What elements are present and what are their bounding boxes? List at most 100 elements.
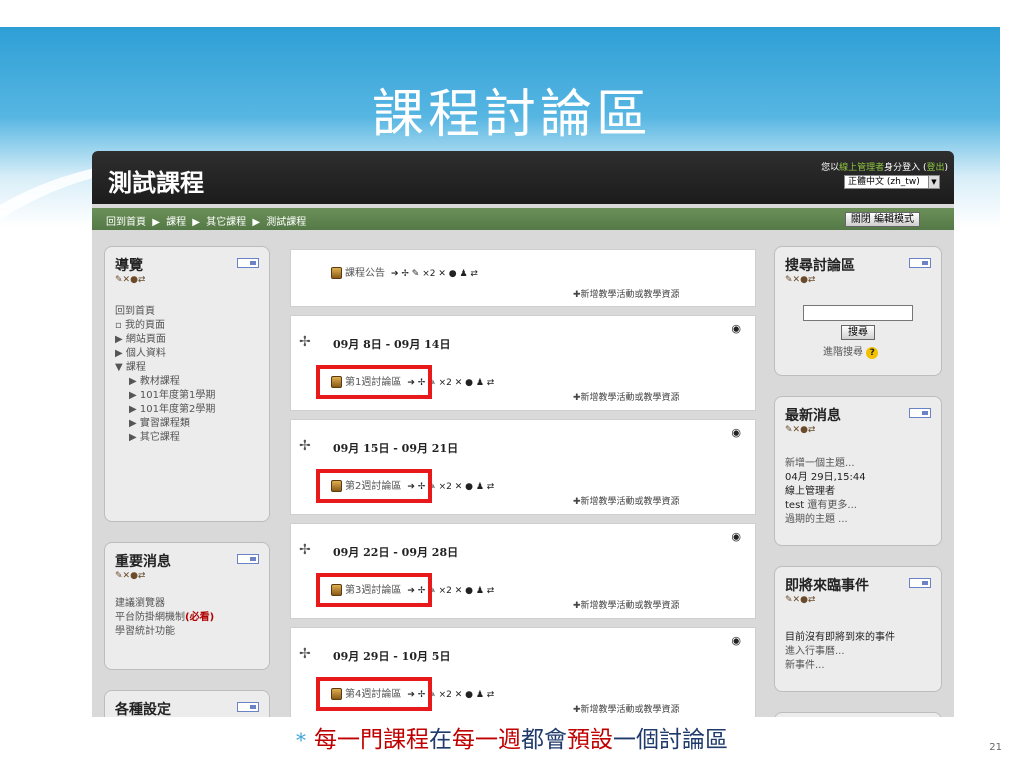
add-activity-link[interactable]: ✚新增教學活動或教學資源 xyxy=(573,390,680,403)
breadcrumb-separator-icon: ▶ xyxy=(192,217,200,228)
add-activity-link[interactable]: ✚新增教學活動或教學資源 xyxy=(573,702,680,715)
advanced-search[interactable]: 進階搜尋 ? xyxy=(823,343,879,359)
move-icon[interactable]: ✢ xyxy=(299,646,311,662)
caret-down-icon: ▼ xyxy=(115,362,126,373)
breadcrumb-bar: 回到首頁 ▶ 課程 ▶ 其它課程 ▶ 測試課程 關閉 編輯模式 xyxy=(92,208,954,230)
nav-item-label: 網站頁面 xyxy=(125,334,166,345)
breadcrumb-separator-icon: ▶ xyxy=(252,217,261,228)
add-activity-link[interactable]: ✚新增教學活動或教學資源 xyxy=(573,598,680,611)
old-topics-link[interactable]: 過期的主題 ... xyxy=(785,513,866,527)
login-prefix: 您以 xyxy=(821,163,840,173)
language-select[interactable]: 正體中文 (zh_tw) ▼ xyxy=(844,175,940,189)
move-icon[interactable]: ✢ xyxy=(299,334,311,350)
highlight-box xyxy=(316,573,432,607)
search-forums-block: 搜尋討論區 ✎✕●⇄ 搜尋 進階搜尋 ? xyxy=(774,246,942,376)
caret-right-icon: ▶ xyxy=(129,418,140,429)
block-tools-icon[interactable]: ✎✕●⇄ xyxy=(785,275,815,285)
login-user-link[interactable]: 線上管理者 xyxy=(839,163,884,173)
bullet-icon: ▫ xyxy=(115,320,125,331)
search-button[interactable]: 搜尋 xyxy=(841,325,875,340)
caption-part: 都會 xyxy=(521,727,567,753)
caret-right-icon: ▶ xyxy=(129,390,140,401)
caret-right-icon: ▶ xyxy=(115,334,126,345)
edit-tools-icon[interactable]: ➔ ✢ ✎ ×2 ✕ ● ♟ ⇄ xyxy=(391,269,478,279)
eye-icon[interactable]: ◉ xyxy=(731,530,741,543)
search-block-title: 搜尋討論區 xyxy=(785,258,855,274)
add-activity-link[interactable]: ✚新增教學活動或教學資源 xyxy=(573,494,680,507)
nav-item-site-pages[interactable]: ▶ 網站頁面 xyxy=(115,333,215,347)
news-author: 線上管理者 xyxy=(785,486,835,497)
nav-item-label: 101年度第1學期 xyxy=(139,390,216,401)
slide-title: 課程討論區 xyxy=(371,85,652,145)
nav-item-course-category[interactable]: ▶ 教材課程 xyxy=(115,375,215,389)
breadcrumb-courses[interactable]: 課程 xyxy=(166,217,186,228)
course-section-0: 課程公告 ➔ ✢ ✎ ×2 ✕ ● ♟ ⇄ ✚新增教學活動或教學資源 xyxy=(290,249,756,307)
link-browser[interactable]: 建議瀏覽器 xyxy=(115,597,214,611)
nav-item-course-category[interactable]: ▶ 101年度第2學期 xyxy=(115,403,215,417)
highlight-box xyxy=(316,469,432,503)
help-icon[interactable]: ? xyxy=(866,347,879,359)
forum-link[interactable]: 課程公告 xyxy=(345,268,385,279)
move-icon[interactable]: ✢ xyxy=(299,542,311,558)
caption-part: 預設 xyxy=(567,727,613,753)
language-value: 正體中文 (zh_tw) xyxy=(848,177,920,187)
nav-item-profile[interactable]: ▶ 個人資料 xyxy=(115,347,215,361)
block-tools-icon[interactable]: ✎✕●⇄ xyxy=(115,571,145,581)
login-end: ) xyxy=(944,163,948,173)
advanced-search-link: 進階搜尋 xyxy=(823,347,863,358)
news-title: test xyxy=(785,500,805,511)
add-topic-link[interactable]: 新增一個主題... xyxy=(785,457,866,471)
nav-item-course-category[interactable]: ▶ 其它課程 xyxy=(115,431,215,445)
block-tools-icon[interactable]: ✎✕●⇄ xyxy=(785,425,815,435)
bullet-star-icon: * xyxy=(296,728,306,752)
more-link[interactable]: 還有更多... xyxy=(807,500,857,511)
new-event-link[interactable]: 新事件... xyxy=(785,659,895,673)
eye-icon[interactable]: ◉ xyxy=(731,634,741,647)
nav-item-home[interactable]: 回到首頁 xyxy=(115,305,215,319)
navigation-block: 導覽 ✎✕●⇄ 回到首頁 ▫ 我的頁面 ▶ 網站頁面 ▶ 個人資料 ▼ 課程 ▶… xyxy=(104,246,270,522)
news-list: 新增一個主題... 04月 29日,15:44 線上管理者 test 還有更多.… xyxy=(785,457,866,527)
moodle-header: 測試課程 您以線上管理者身分登入 (登出) 正體中文 (zh_tw) ▼ xyxy=(92,151,954,204)
navigation-list: 回到首頁 ▫ 我的頁面 ▶ 網站頁面 ▶ 個人資料 ▼ 課程 ▶ 教材課程 ▶ … xyxy=(115,305,215,445)
block-tools-icon[interactable]: ✎✕●⇄ xyxy=(785,595,815,605)
section-title: 09月 8日 - 09月 14日 xyxy=(333,338,451,351)
block-collapse-icon[interactable] xyxy=(237,554,259,564)
nav-item-course-category[interactable]: ▶ 實習課程類 xyxy=(115,417,215,431)
events-list: 目前沒有即將到來的事件 進入行事曆... 新事件... xyxy=(785,631,895,673)
extra-block xyxy=(774,712,942,717)
link-stats[interactable]: 學習統計功能 xyxy=(115,625,214,639)
calendar-link[interactable]: 進入行事曆... xyxy=(785,645,895,659)
search-input[interactable] xyxy=(803,305,913,321)
add-activity-link[interactable]: ✚新增教學活動或教學資源 xyxy=(573,287,680,300)
nav-item-label: 實習課程類 xyxy=(139,418,190,429)
forum-activity[interactable]: 課程公告 ➔ ✢ ✎ ×2 ✕ ● ♟ ⇄ xyxy=(331,264,478,279)
slide-caption: * 每一門課程在每一週都會預設一個討論區 xyxy=(0,720,1024,754)
move-icon[interactable]: ✢ xyxy=(299,438,311,454)
course-section-4: ✢ 09月 29日 - 10月 5日 ◉ 第4週討論區 ➔ ✢ ✎ ×2 ✕ ● … xyxy=(290,627,756,717)
link-anti-hang[interactable]: 平台防掛網機制(必看) xyxy=(115,611,214,625)
nav-item-label: 教材課程 xyxy=(139,376,180,387)
navigation-block-title: 導覽 xyxy=(115,258,143,274)
breadcrumb-other[interactable]: 其它課程 xyxy=(206,217,246,228)
block-collapse-icon[interactable] xyxy=(909,408,931,418)
settings-block: 各種設定 xyxy=(104,690,270,717)
block-collapse-icon[interactable] xyxy=(237,258,259,268)
login-info: 您以線上管理者身分登入 (登出) xyxy=(821,160,948,173)
nav-item-courses[interactable]: ▼ 課程 xyxy=(115,361,215,375)
login-suffix: 身分登入 ( xyxy=(884,163,927,173)
nav-item-label: 101年度第2學期 xyxy=(139,404,216,415)
section-title: 09月 29日 - 10月 5日 xyxy=(333,650,451,663)
eye-icon[interactable]: ◉ xyxy=(731,426,741,439)
block-collapse-icon[interactable] xyxy=(909,258,931,268)
block-collapse-icon[interactable] xyxy=(237,702,259,712)
nav-item-course-category[interactable]: ▶ 101年度第1學期 xyxy=(115,389,215,403)
block-collapse-icon[interactable] xyxy=(909,578,931,588)
block-tools-icon[interactable]: ✎✕●⇄ xyxy=(115,275,145,285)
toggle-edit-button[interactable]: 關閉 編輯模式 xyxy=(844,212,920,227)
breadcrumb-home[interactable]: 回到首頁 xyxy=(106,217,146,228)
eye-icon[interactable]: ◉ xyxy=(731,322,741,335)
link-anti-hang-text: 平台防掛網機制 xyxy=(115,612,185,623)
logout-link[interactable]: 登出 xyxy=(926,163,944,173)
news-date: 04月 29日,15:44 xyxy=(785,472,866,483)
nav-item-my-page[interactable]: ▫ 我的頁面 xyxy=(115,319,215,333)
